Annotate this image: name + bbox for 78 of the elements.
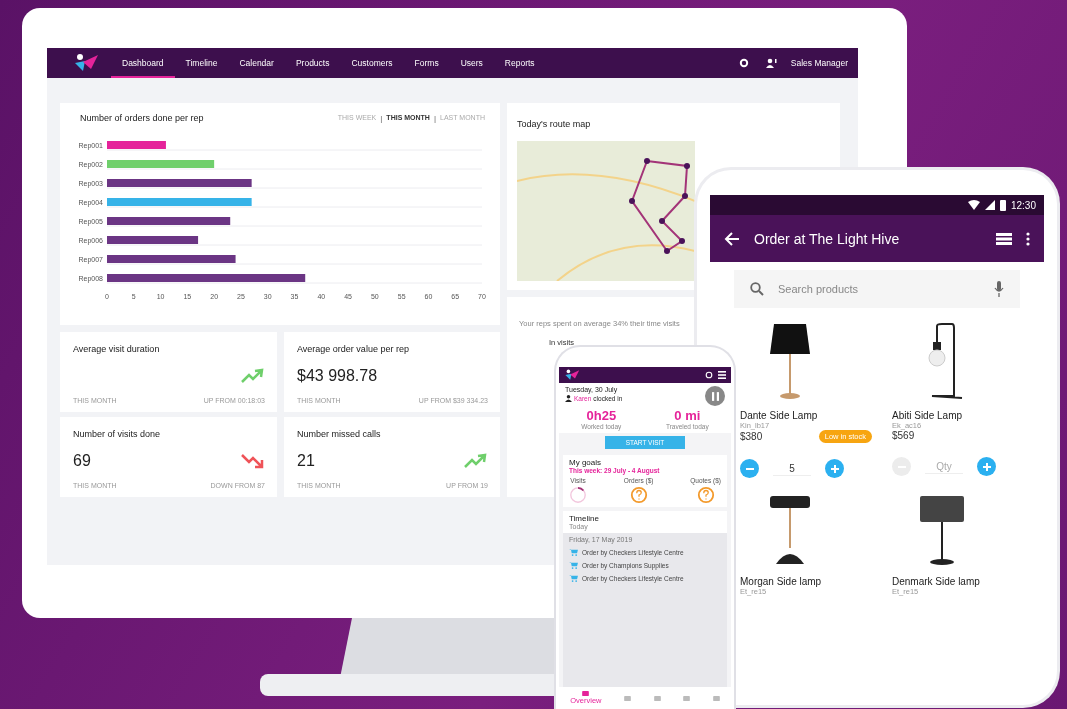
increase-button[interactable]	[977, 457, 996, 476]
metric-value: 0h25	[586, 408, 617, 423]
nav-item[interactable]	[624, 695, 632, 701]
search-bar[interactable]: Search products	[734, 270, 1020, 308]
nav-icon	[582, 691, 590, 696]
stat-title: Number missed calls	[297, 429, 382, 439]
quantity-field[interactable]: 5	[773, 461, 811, 476]
nav-item[interactable]	[683, 695, 691, 701]
user-menu[interactable]: Sales Manager	[790, 58, 848, 68]
nav-icon	[683, 695, 691, 701]
wifi-icon	[967, 200, 980, 210]
nav-tab[interactable]: Calendar	[228, 48, 285, 78]
minus-icon	[745, 467, 754, 470]
chart-bar	[107, 141, 166, 149]
nav-item[interactable]	[653, 695, 661, 701]
cart-icon	[569, 561, 578, 569]
card-title: Timeline	[569, 514, 600, 523]
pause-icon	[711, 391, 719, 401]
nav-item[interactable]	[712, 695, 720, 701]
quantity-field[interactable]: Qty	[925, 459, 963, 474]
search-field[interactable]: Search products	[776, 282, 982, 296]
stat-value: $43 998.78	[297, 366, 378, 385]
stat-value: 21	[297, 451, 315, 470]
stat-title: Number of visits done	[73, 429, 162, 439]
separator: |	[380, 113, 383, 123]
product-name: Dante Side Lamp	[740, 410, 819, 421]
progress-ring-icon	[569, 486, 587, 504]
cart-icon	[569, 548, 578, 556]
nav-tab[interactable]: Users	[449, 48, 494, 78]
menu-icon[interactable]	[718, 371, 726, 379]
user-icon[interactable]	[764, 58, 777, 68]
nav-tab[interactable]: Forms	[403, 48, 450, 78]
signal-icon	[984, 200, 995, 210]
card-title: Today's route map	[517, 119, 591, 129]
nav-icon	[653, 695, 661, 701]
logo-icon	[564, 369, 580, 381]
nav-icon	[624, 695, 632, 701]
screen-title: Order at The Light Hive	[754, 230, 900, 247]
product-name: Morgan Side lamp	[740, 576, 823, 587]
nav-tab[interactable]: Customers	[340, 48, 404, 78]
product-name: Abiti Side Lamp	[892, 410, 964, 421]
cart-icon	[569, 574, 578, 582]
nav-tab[interactable]: Products	[284, 48, 341, 78]
card-title: Number of orders done per rep	[80, 113, 204, 123]
product-price: $569	[892, 430, 915, 441]
product-name: Denmark Side lamp	[892, 576, 981, 587]
clock-text: 12:30	[1010, 199, 1036, 211]
plus-icon	[830, 464, 839, 473]
more-menu-icon[interactable]	[1026, 231, 1030, 246]
nav-tab[interactable]: Timeline	[174, 48, 229, 78]
pause-button[interactable]	[705, 386, 725, 406]
stat-title: Average visit duration	[73, 344, 161, 354]
person-icon	[565, 395, 572, 402]
product-price: $380	[740, 431, 763, 442]
stat-title: Average order value per rep	[297, 344, 410, 354]
nav-tab[interactable]: Dashboard	[111, 48, 175, 78]
list-view-icon[interactable]	[996, 232, 1012, 245]
settings-icon[interactable]	[738, 58, 749, 68]
nav-icon	[712, 695, 720, 701]
stat-value: 69	[73, 451, 91, 470]
decrease-button[interactable]	[740, 459, 759, 478]
plus-icon	[982, 462, 991, 471]
refresh-icon[interactable]	[705, 371, 713, 379]
separator: |	[433, 113, 436, 123]
battery-icon	[999, 199, 1006, 211]
trend-up-icon	[241, 367, 265, 384]
question-ring-icon	[696, 486, 715, 504]
increase-button[interactable]	[825, 459, 844, 478]
search-icon	[750, 282, 764, 296]
nav-tab[interactable]: Reports	[493, 48, 546, 78]
trend-down-icon	[241, 452, 265, 469]
logo-icon	[73, 53, 99, 73]
trend-up-icon	[464, 452, 488, 469]
metric-value: 0 mi	[674, 408, 701, 423]
back-arrow-icon[interactable]	[724, 231, 740, 246]
microphone-icon[interactable]	[994, 281, 1004, 297]
card-title: My goals	[569, 458, 602, 467]
question-ring-icon	[629, 486, 648, 504]
